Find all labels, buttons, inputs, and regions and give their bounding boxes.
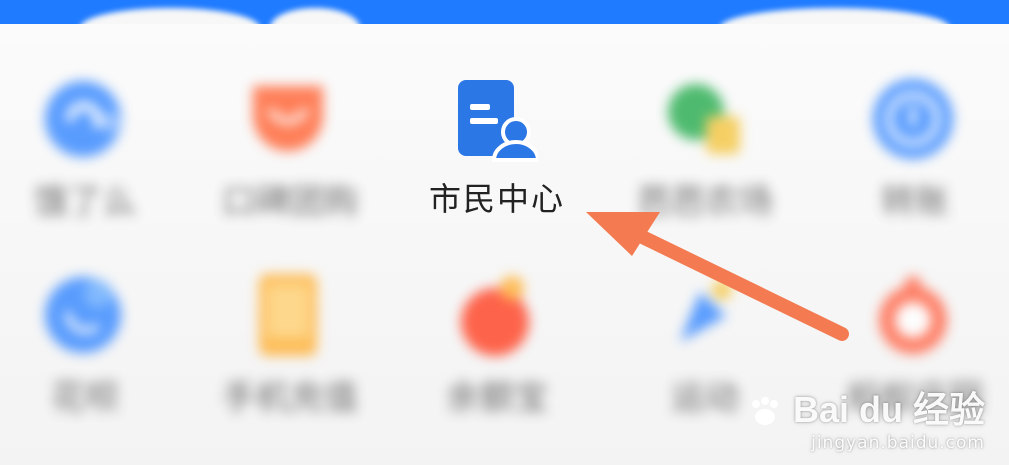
app-label: 市民中心 [428, 180, 565, 218]
app-citizen-center[interactable]: 市民中心 [412, 76, 572, 246]
app-label: 余额宝 [446, 378, 548, 418]
phone-recharge-icon [259, 274, 317, 356]
app-transfer[interactable]: 转账 [830, 76, 990, 246]
app-farm[interactable]: 芭芭农场 [620, 76, 780, 246]
huabei-icon [45, 277, 121, 353]
transfer-icon [873, 79, 953, 159]
app-label: 花呗 [51, 378, 119, 418]
farm-icon [668, 84, 740, 154]
app-eleme[interactable]: 饿了么 [0, 76, 160, 246]
sport-icon [680, 280, 732, 342]
app-yuebao[interactable]: 余额宝 [412, 272, 572, 442]
watermark-brand-text: Bai du 经验 [792, 389, 985, 430]
top-bar [0, 0, 1009, 48]
watermark-url: jingyan.baidu.com [811, 433, 985, 453]
eleme-icon [45, 81, 121, 157]
yuebao-icon [461, 276, 529, 356]
paw-icon [751, 397, 778, 426]
watermark: Bai du 经验 jingyan.baidu.com [747, 381, 985, 453]
app-label: 转账 [881, 182, 949, 222]
app-koubei[interactable]: 口碑团购 [205, 76, 365, 246]
app-phone-recharge[interactable]: 手机充值 [205, 272, 365, 442]
app-label: 芭芭农场 [637, 182, 773, 222]
app-label: 手机充值 [222, 378, 358, 418]
manor-icon [879, 276, 947, 354]
app-label: 口碑团购 [222, 182, 358, 222]
app-label: 饿了么 [34, 182, 136, 222]
citizen-center-icon [458, 80, 538, 162]
watermark-brand: Bai du 经验 [747, 381, 985, 433]
koubei-icon [253, 86, 323, 151]
app-huabei[interactable]: 花呗 [0, 272, 160, 442]
